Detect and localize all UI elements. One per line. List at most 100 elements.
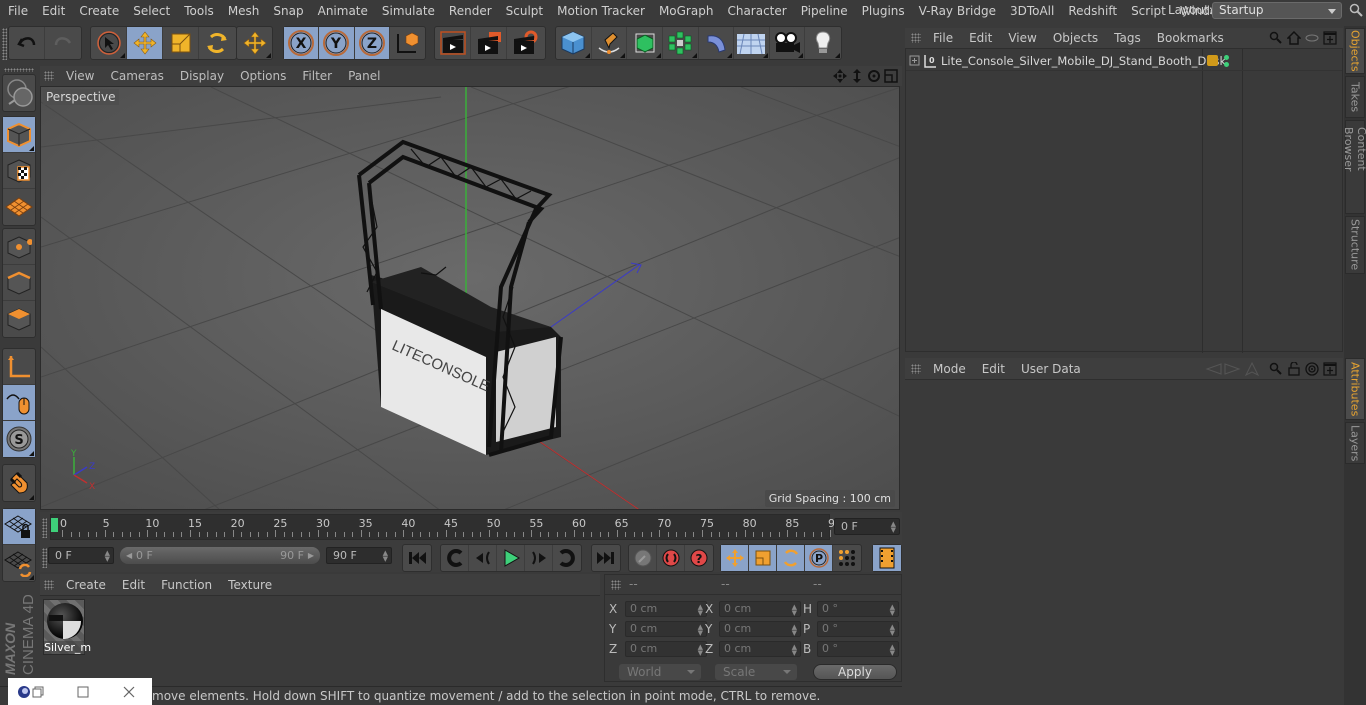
- rotation-field[interactable]: 0 ° ▲ ▼: [817, 601, 899, 617]
- x-axis-button[interactable]: X: [284, 27, 320, 59]
- tab-takes[interactable]: Takes: [1345, 76, 1365, 118]
- next-frame-button[interactable]: [525, 545, 553, 571]
- viewport-menu-cameras[interactable]: Cameras: [102, 69, 171, 83]
- attribute-grip[interactable]: [911, 363, 921, 374]
- menu-3dtoall[interactable]: 3DToAll: [1003, 4, 1061, 18]
- object-name[interactable]: Lite_Console_Silver_Mobile_DJ_Stand_Boot…: [941, 54, 1226, 68]
- deformer-button[interactable]: [699, 27, 735, 59]
- current-frame-field[interactable]: 0 F ▲ ▼: [834, 518, 900, 535]
- object-menu-view[interactable]: View: [1000, 31, 1044, 45]
- pen-button[interactable]: [592, 27, 628, 59]
- tab-layers[interactable]: Layers: [1345, 422, 1365, 464]
- undo-button[interactable]: [9, 27, 45, 59]
- viewport-menu-panel[interactable]: Panel: [340, 69, 388, 83]
- workplane-lock-button[interactable]: [3, 509, 35, 545]
- close-icon[interactable]: [123, 686, 135, 698]
- target-icon[interactable]: [1305, 361, 1319, 376]
- render-visibility-dot[interactable]: [1224, 62, 1229, 67]
- y-axis-button[interactable]: Y: [319, 27, 355, 59]
- coordinate-grip[interactable]: [611, 580, 621, 590]
- start-frame-field[interactable]: 0 F ▲ ▼: [48, 547, 114, 564]
- menu-render[interactable]: Render: [442, 4, 499, 18]
- rotation-field[interactable]: 0 ° ▲ ▼: [817, 641, 899, 657]
- transport-grip[interactable]: [42, 548, 47, 568]
- key-position-button[interactable]: [721, 545, 749, 571]
- attribute-menu-mode[interactable]: Mode: [925, 362, 974, 376]
- last-tool-button[interactable]: [237, 27, 272, 59]
- search-icon[interactable]: [1269, 31, 1283, 45]
- menu-character[interactable]: Character: [720, 4, 793, 18]
- pan-icon[interactable]: [833, 69, 847, 83]
- tab-content-browser[interactable]: Content Browser: [1342, 120, 1366, 214]
- live-selection-button[interactable]: [91, 27, 127, 59]
- menu-pipeline[interactable]: Pipeline: [794, 4, 855, 18]
- render-picture-viewer-button[interactable]: [471, 27, 507, 59]
- material-grip[interactable]: [44, 579, 54, 590]
- object-menu-bookmarks[interactable]: Bookmarks: [1149, 31, 1232, 45]
- view-toggle-icon[interactable]: [1305, 31, 1319, 45]
- menu-mesh[interactable]: Mesh: [221, 4, 267, 18]
- solo-mode-button[interactable]: S: [3, 421, 35, 457]
- go-to-end-button[interactable]: [592, 545, 620, 571]
- prev-frame-button[interactable]: [469, 545, 497, 571]
- snap-button[interactable]: [3, 465, 35, 501]
- keyframe-selection-button[interactable]: ?: [685, 545, 713, 571]
- viewport-grip[interactable]: [44, 71, 54, 81]
- lock-icon[interactable]: [1287, 361, 1301, 376]
- menu-select[interactable]: Select: [126, 4, 177, 18]
- prev-key-button[interactable]: [441, 545, 469, 571]
- key-rotation-button[interactable]: [777, 545, 805, 571]
- object-grip[interactable]: [911, 33, 921, 43]
- viewport-menu-options[interactable]: Options: [232, 69, 294, 83]
- frame-range-slider[interactable]: ◀ 0 F 90 F ▶: [120, 547, 320, 564]
- timeline-grip[interactable]: [42, 518, 47, 538]
- render-view-button[interactable]: [435, 27, 471, 59]
- tab-attributes[interactable]: Attributes: [1345, 358, 1365, 420]
- object-menu-objects[interactable]: Objects: [1045, 31, 1106, 45]
- rotation-field[interactable]: 0 ° ▲ ▼: [817, 621, 899, 637]
- menu-file[interactable]: File: [0, 4, 35, 18]
- key-pla-button[interactable]: [833, 545, 861, 571]
- material-menu-edit[interactable]: Edit: [114, 578, 153, 592]
- attribute-menu-user-data[interactable]: User Data: [1013, 362, 1089, 376]
- editor-visibility-dot[interactable]: [1224, 55, 1229, 60]
- menu-redshift[interactable]: Redshift: [1061, 4, 1124, 18]
- model-mode-button[interactable]: [3, 117, 35, 153]
- coordinate-space-select[interactable]: World: [619, 664, 701, 680]
- workplane-align-button[interactable]: [3, 545, 35, 581]
- left-toolbar-grip[interactable]: [4, 68, 34, 72]
- camera-button[interactable]: [770, 27, 806, 59]
- z-axis-button[interactable]: Z: [354, 27, 390, 59]
- position-field[interactable]: 0 cm ▲ ▼: [625, 641, 707, 657]
- object-row[interactable]: 0 Lite_Console_Silver_Mobile_DJ_Stand_Bo…: [906, 51, 1342, 71]
- tab-structure[interactable]: Structure: [1345, 216, 1365, 274]
- viewport-3d[interactable]: LITECONSOLE Y Z X Perspective Grid Spaci…: [40, 86, 900, 510]
- object-menu-file[interactable]: File: [925, 31, 961, 45]
- light-button[interactable]: [805, 27, 841, 59]
- move-button[interactable]: [127, 27, 163, 59]
- autokey-button[interactable]: [657, 545, 685, 571]
- coordinate-system-button[interactable]: [390, 27, 425, 59]
- play-button[interactable]: [497, 545, 525, 571]
- maximize-view-icon[interactable]: [884, 69, 898, 83]
- size-field[interactable]: 0 cm ▲ ▼: [719, 641, 801, 657]
- playhead[interactable]: [51, 518, 58, 532]
- cloner-button[interactable]: [663, 27, 699, 59]
- layer-color-tag[interactable]: [1207, 55, 1218, 66]
- coordinate-mode-select[interactable]: Scale: [715, 664, 797, 680]
- key-scale-button[interactable]: [749, 545, 777, 571]
- attribute-menu-edit[interactable]: Edit: [974, 362, 1013, 376]
- redo-button[interactable]: [45, 27, 81, 59]
- axis-mode-button[interactable]: [3, 349, 35, 385]
- floor-button[interactable]: [734, 27, 770, 59]
- menu-mograph[interactable]: MoGraph: [652, 4, 721, 18]
- search-icon[interactable]: [1269, 362, 1283, 376]
- layout-select[interactable]: Startup: [1212, 2, 1342, 19]
- viewport-menu-display[interactable]: Display: [172, 69, 232, 83]
- range-right-arrow-icon[interactable]: ▶: [308, 547, 314, 564]
- menu-create[interactable]: Create: [72, 4, 126, 18]
- record-key-button[interactable]: [629, 545, 657, 571]
- object-menu-tags[interactable]: Tags: [1106, 31, 1149, 45]
- toolbar-grip[interactable]: [2, 28, 7, 60]
- timeline-ruler[interactable]: 051015202530354045505560657075808590: [50, 514, 842, 540]
